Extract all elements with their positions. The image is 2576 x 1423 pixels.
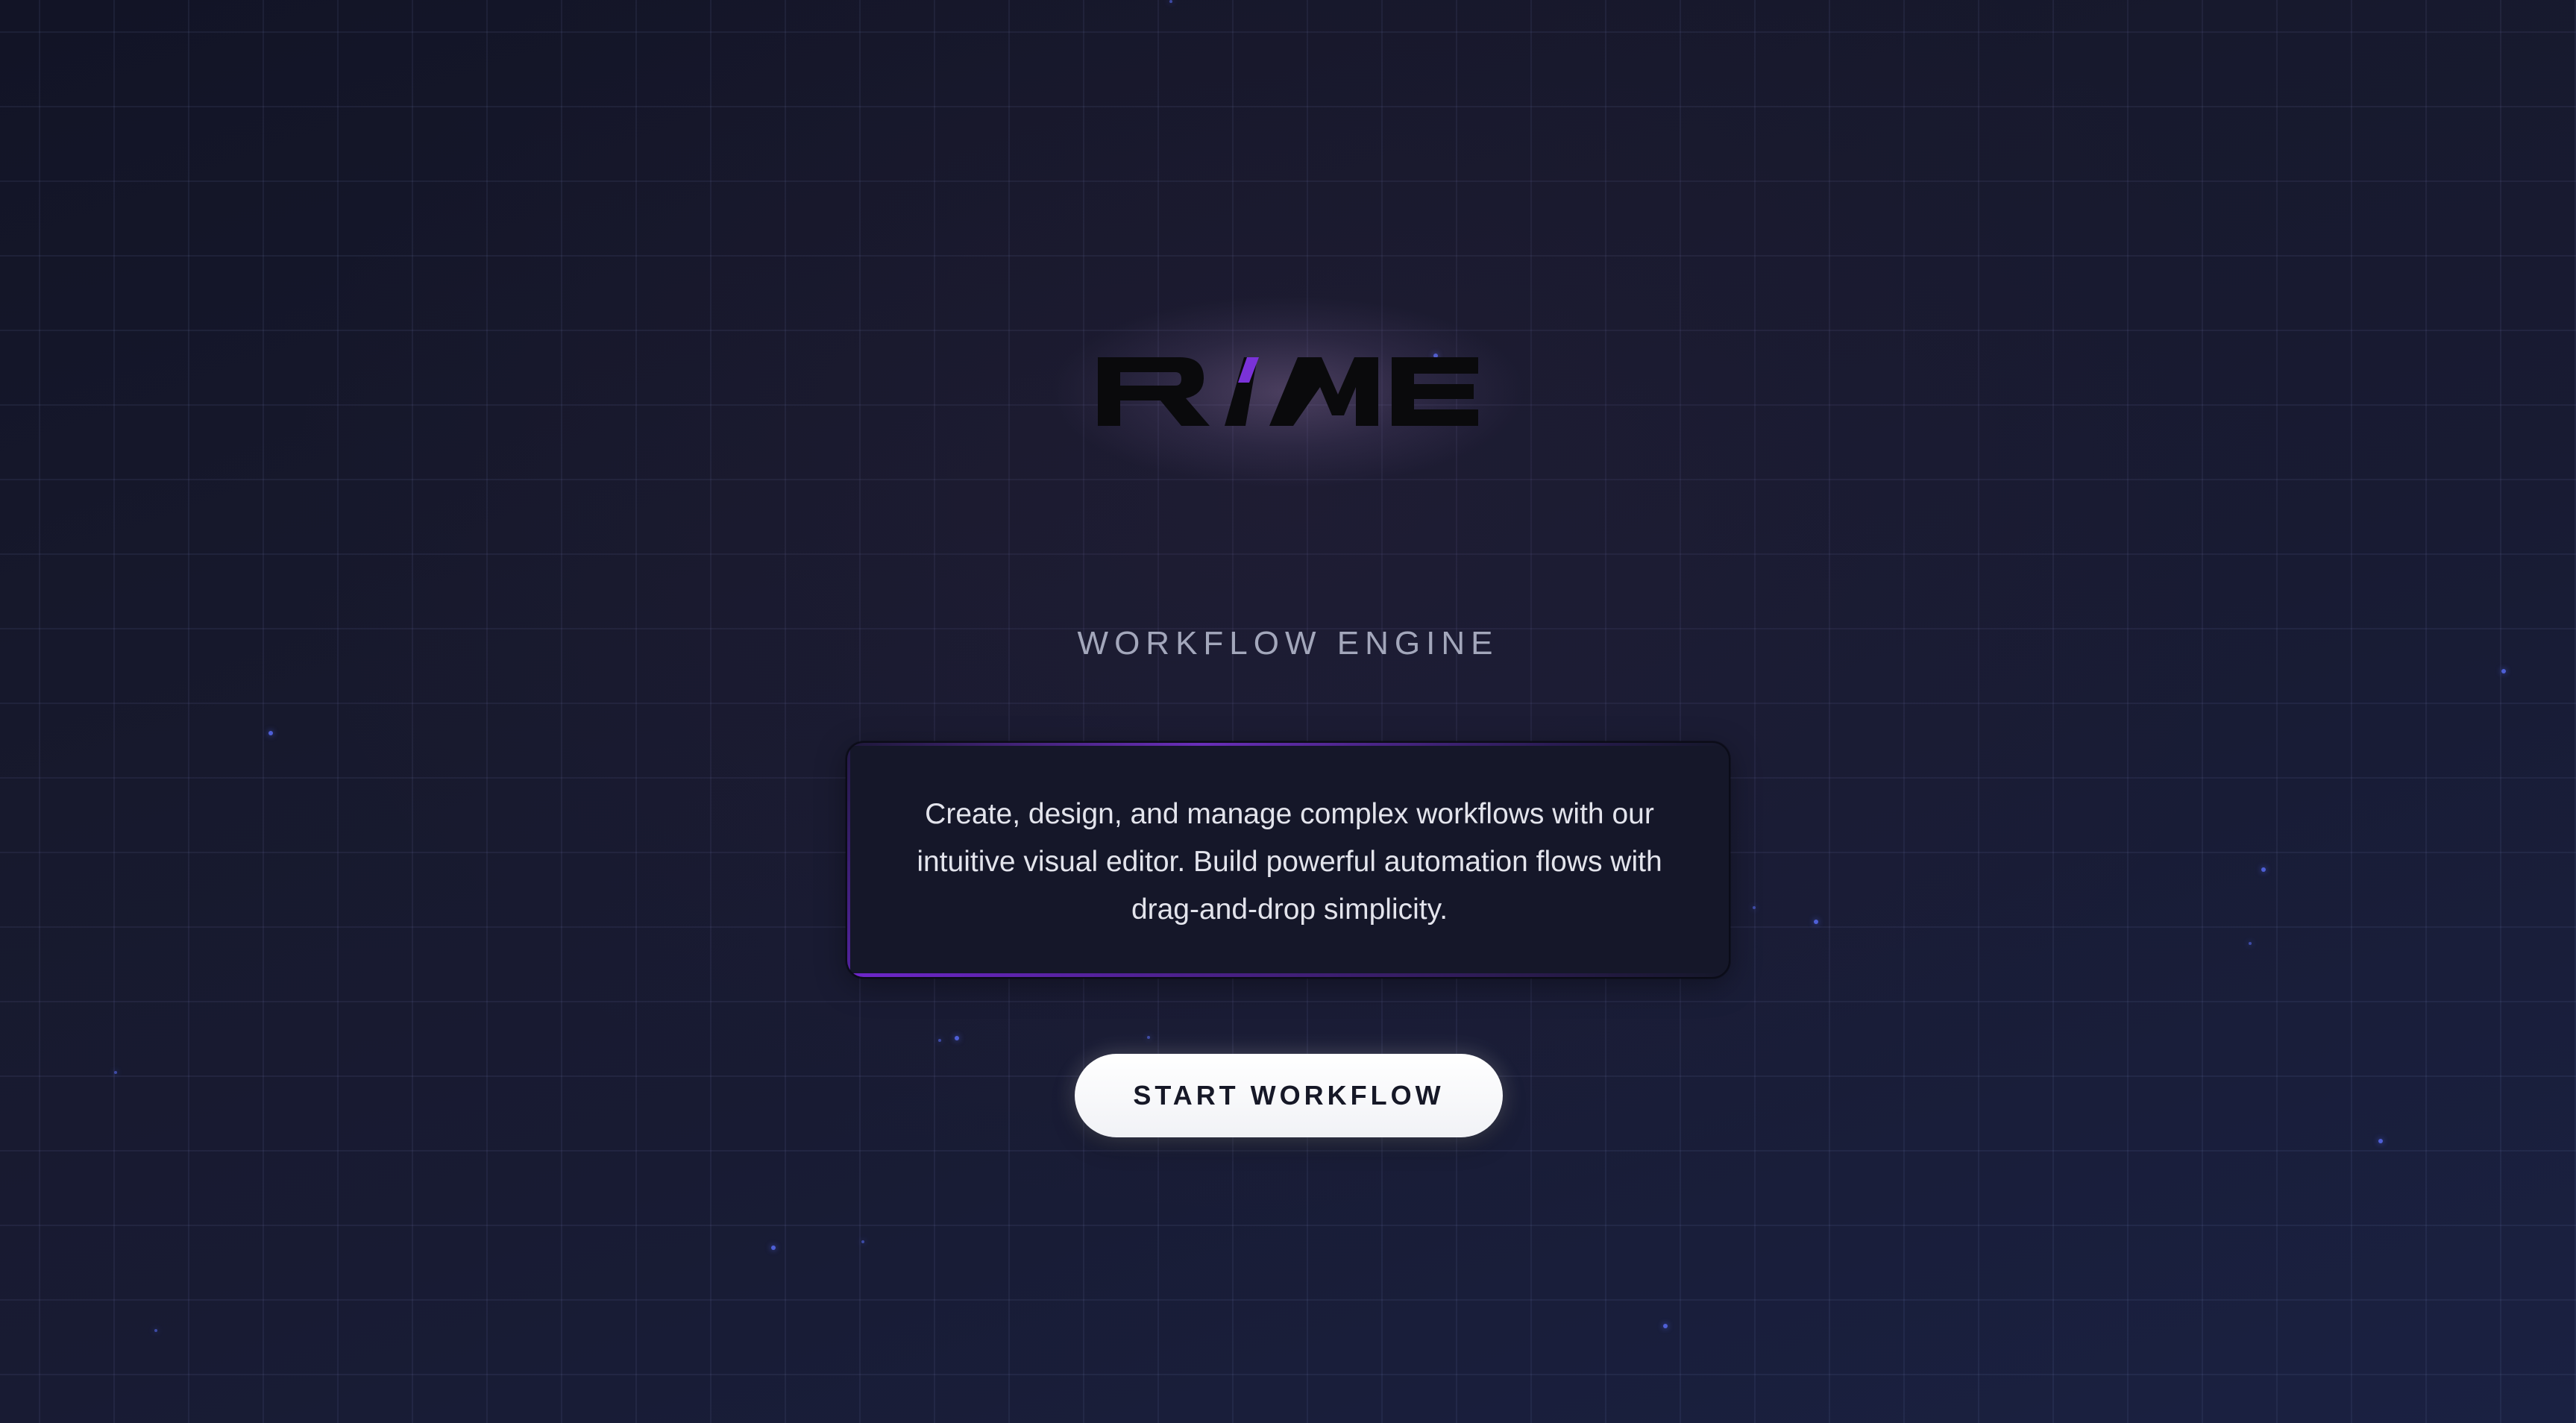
particle [1814,920,1818,924]
card-accent-top [847,743,1729,746]
particle [154,1329,157,1332]
particle [938,1039,941,1042]
particle [114,1071,117,1074]
start-workflow-button[interactable]: START WORKFLOW [1075,1054,1503,1137]
particle [268,731,273,735]
particle [955,1036,959,1040]
description-text: Create, design, and manage complex workf… [917,798,1662,926]
logo [1049,295,1527,489]
particle [2249,942,2252,945]
particle [2378,1139,2383,1143]
tagline: WORKFLOW ENGINE [1077,625,1499,662]
particle [1169,0,1172,3]
particle [771,1245,776,1250]
particle [1147,1036,1150,1039]
particle [1663,1324,1668,1328]
rime-logo-icon [1098,357,1478,426]
particle [2261,867,2266,872]
card-accent-bottom [847,973,1729,977]
description-card: Create, design, and manage complex workf… [846,741,1730,978]
particle-field [0,0,2576,1423]
particle [861,1240,864,1243]
card-accent-left [847,743,850,977]
particle [1753,906,1756,909]
particle [2501,669,2506,673]
